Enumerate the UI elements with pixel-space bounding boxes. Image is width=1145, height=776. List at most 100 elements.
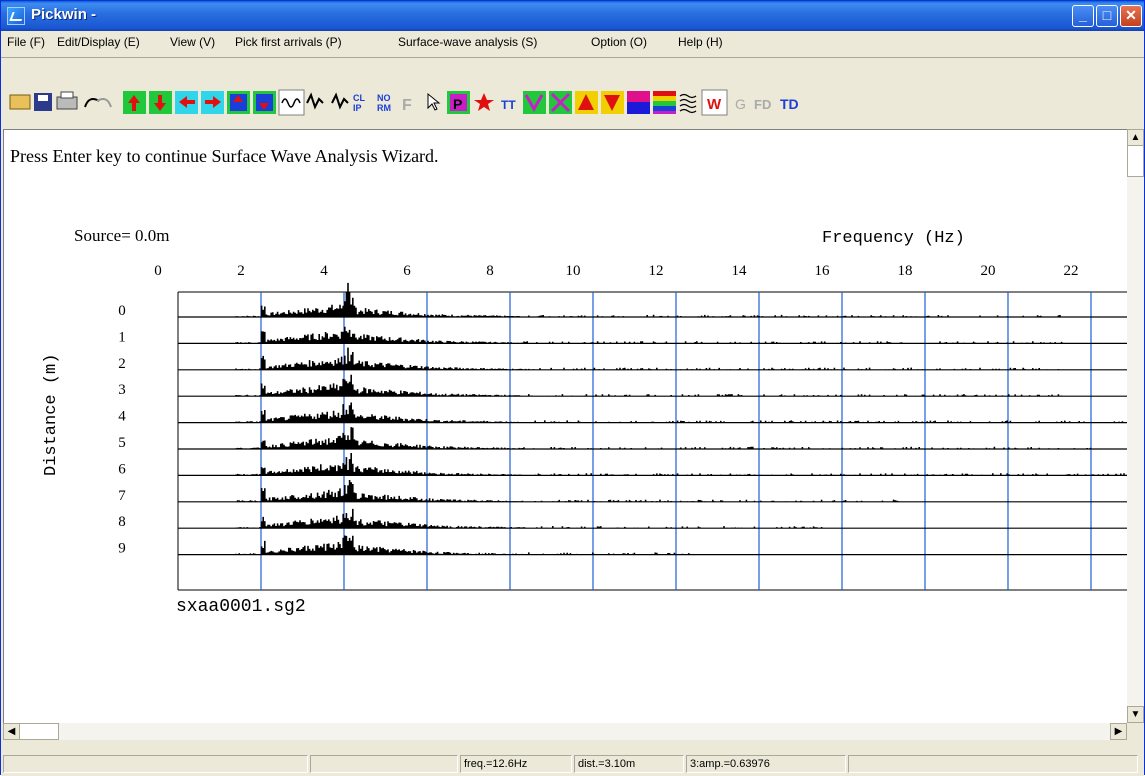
svg-text:RM: RM <box>377 103 391 113</box>
trace-spectrum <box>236 480 900 502</box>
toolbar: CLIP NORM F P TT W G FD TD <box>1 87 1144 121</box>
trace-spectrum <box>235 427 1092 449</box>
trace-spectrum <box>235 282 1061 317</box>
color-bar-icon[interactable] <box>627 91 650 114</box>
horizontal-scrollbar[interactable]: ◀ ▶ <box>3 723 1127 740</box>
red-triangle-icon[interactable] <box>575 91 598 114</box>
trace-spectrum <box>235 326 1063 344</box>
minimize-button[interactable]: _ <box>1072 5 1094 27</box>
x-tick-label: 22 <box>1064 263 1079 279</box>
trace-spectrum <box>235 453 1128 476</box>
fd-icon[interactable]: FD <box>754 97 771 112</box>
arrow-left-icon[interactable] <box>175 91 198 114</box>
trace-spectrum <box>235 347 1060 370</box>
vertical-scroll-thumb[interactable] <box>1127 145 1144 177</box>
svg-text:P: P <box>453 96 462 112</box>
status-pane-empty <box>310 755 458 773</box>
svg-text:CL: CL <box>353 93 365 103</box>
menu-bar: File (F) Edit/Display (E) View (V) Pick … <box>1 31 1144 53</box>
y-tick-label: 3 <box>118 382 126 398</box>
x-tick-label: 12 <box>649 263 664 279</box>
x-tick-label: 14 <box>732 263 748 279</box>
arrow-up-icon[interactable] <box>123 91 146 114</box>
svg-text:TT: TT <box>501 98 516 112</box>
triangle-down-icon[interactable] <box>523 91 546 114</box>
status-bar: freq.=12.6Hz dist.=3.10m 3:amp.=0.63976 <box>1 753 1144 776</box>
save-icon[interactable] <box>34 93 52 111</box>
w-icon[interactable]: W <box>701 89 728 116</box>
y-tick-label: 4 <box>118 409 126 425</box>
window-title: Pickwin - <box>31 6 97 23</box>
scroll-down-button[interactable]: ▼ <box>1127 706 1144 723</box>
y-tick-label: 2 <box>118 356 126 372</box>
status-frequency: freq.=12.6Hz <box>460 755 572 773</box>
x-tick-label: 4 <box>320 263 328 279</box>
menu-surface-wave-analysis[interactable]: Surface-wave analysis (S) <box>398 35 537 49</box>
filter-icon[interactable]: F <box>402 97 412 114</box>
app-icon <box>7 7 25 25</box>
menu-view[interactable]: View (V) <box>170 35 215 49</box>
wiggle-trace-icon[interactable] <box>278 89 305 116</box>
menu-file[interactable]: File (F) <box>7 35 45 49</box>
x-tick-label: 18 <box>898 263 913 279</box>
title-bar[interactable]: Pickwin - _ □ ✕ <box>1 1 1144 31</box>
svg-text:IP: IP <box>353 103 362 113</box>
status-pane-main <box>3 755 308 773</box>
svg-text:NO: NO <box>377 93 391 103</box>
trace-spectrum <box>235 374 1063 397</box>
svg-text:TD: TD <box>780 96 799 112</box>
svg-text:FD: FD <box>754 97 771 112</box>
menu-edit-display[interactable]: Edit/Display (E) <box>57 35 140 49</box>
x-tick-label: 6 <box>403 263 411 279</box>
scroll-right-button[interactable]: ▶ <box>1110 723 1127 740</box>
open-icon[interactable] <box>9 94 31 110</box>
text-icon[interactable]: TT <box>501 98 516 112</box>
status-distance: dist.=3.10m <box>574 755 684 773</box>
x-tick-label: 10 <box>566 263 581 279</box>
svg-text:F: F <box>402 97 412 114</box>
arrow-right-icon[interactable] <box>201 91 224 114</box>
arrow-down-icon[interactable] <box>149 91 172 114</box>
pick-icon[interactable]: P <box>447 91 470 114</box>
expand-vertical-icon[interactable] <box>227 91 250 114</box>
x-tick-label: 0 <box>154 263 162 279</box>
y-tick-label: 7 <box>118 488 126 504</box>
maximize-button[interactable]: □ <box>1096 5 1118 27</box>
y-tick-label: 8 <box>118 514 126 530</box>
y-tick-label: 9 <box>118 541 126 557</box>
menu-option[interactable]: Option (O) <box>591 35 647 49</box>
menu-pick-first-arrivals[interactable]: Pick first arrivals (P) <box>235 35 342 49</box>
svg-text:W: W <box>707 96 722 113</box>
scroll-left-button[interactable]: ◀ <box>3 723 20 740</box>
trace-spectrum <box>235 535 700 555</box>
scroll-corner <box>1127 723 1144 740</box>
shrink-vertical-icon[interactable] <box>253 91 276 114</box>
x-tick-label: 8 <box>486 263 494 279</box>
x-tick-label: 16 <box>815 263 831 279</box>
pickwin-window: Pickwin - _ □ ✕ File (F) Edit/Display (E… <box>0 0 1145 776</box>
rainbow-icon[interactable] <box>653 91 676 114</box>
x-tick-label: 20 <box>981 263 996 279</box>
y-tick-label: 0 <box>118 303 126 319</box>
scroll-up-button[interactable]: ▲ <box>1127 129 1144 146</box>
trace-spectrum <box>235 402 1127 423</box>
y-tick-label: 6 <box>118 461 126 477</box>
horizontal-scroll-thumb[interactable] <box>19 723 59 740</box>
status-pane-extra <box>848 755 1138 773</box>
y-tick-label: 5 <box>118 435 126 451</box>
close-button[interactable]: ✕ <box>1120 5 1142 27</box>
td-icon[interactable]: TD <box>780 96 799 112</box>
svg-text:G: G <box>735 96 746 112</box>
status-amplitude: 3:amp.=0.63976 <box>686 755 846 773</box>
normalize-icon[interactable]: NORM <box>377 93 391 113</box>
g-icon[interactable]: G <box>735 96 746 112</box>
red-down-triangle-icon[interactable] <box>601 91 624 114</box>
trace-plot[interactable]: 0 2 4 6 8 10 12 14 16 18 20 220123456789 <box>4 130 1128 724</box>
menu-help[interactable]: Help (H) <box>678 35 723 49</box>
cross-icon[interactable] <box>549 91 572 114</box>
y-tick-label: 1 <box>118 329 126 345</box>
x-tick-label: 2 <box>237 263 245 279</box>
canvas-area[interactable]: Press Enter key to continue Surface Wave… <box>3 129 1128 724</box>
trace-spectrum <box>235 508 823 529</box>
vertical-scrollbar[interactable]: ▲ ▼ <box>1127 129 1144 723</box>
